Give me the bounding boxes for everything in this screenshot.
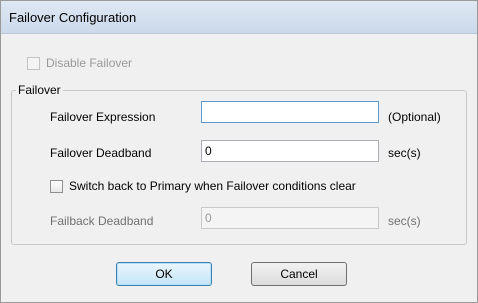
title-bar[interactable]: Failover Configuration: [1, 1, 477, 34]
window-title: Failover Configuration: [9, 10, 137, 25]
optional-hint: (Optional): [388, 110, 441, 124]
failback-deadband-label: Failback Deadband: [50, 214, 154, 228]
disable-failover-row: Disable Failover: [27, 55, 132, 71]
ok-button[interactable]: OK: [116, 262, 212, 286]
failover-configuration-dialog: Failover Configuration Disable Failover …: [0, 0, 478, 303]
disable-failover-checkbox[interactable]: [27, 56, 40, 70]
switch-back-checkbox[interactable]: [50, 179, 63, 193]
failover-deadband-label: Failover Deadband: [50, 146, 152, 160]
switch-back-label: Switch back to Primary when Failover con…: [69, 179, 356, 193]
disable-failover-label: Disable Failover: [46, 56, 133, 70]
failover-deadband-input[interactable]: [201, 140, 379, 162]
failback-deadband-unit: sec(s): [388, 214, 421, 228]
failover-expression-input[interactable]: [201, 101, 379, 123]
failback-deadband-input[interactable]: [201, 207, 379, 229]
failover-group-legend: Failover: [18, 83, 61, 97]
failover-expression-label: Failover Expression: [50, 110, 156, 124]
cancel-button[interactable]: Cancel: [251, 262, 347, 286]
switch-back-row: Switch back to Primary when Failover con…: [50, 178, 356, 194]
failover-deadband-unit: sec(s): [388, 146, 421, 160]
